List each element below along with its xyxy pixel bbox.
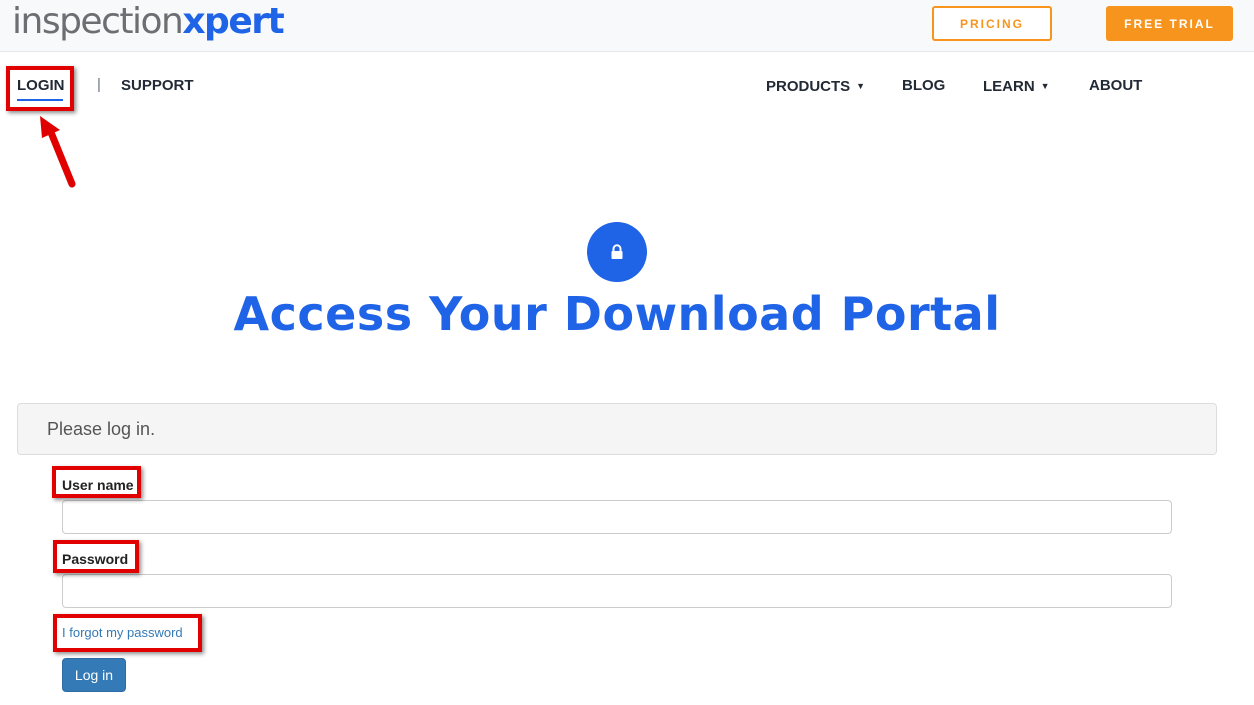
logo-text-inspection: inspection: [12, 1, 184, 42]
annotation-arrow-icon: [40, 116, 76, 188]
username-label: User name: [62, 477, 134, 493]
pricing-button[interactable]: PRICING: [932, 6, 1052, 41]
nav-login-active-underline: [17, 99, 63, 101]
chevron-down-icon: ▼: [856, 81, 866, 91]
nav-learn-menu[interactable]: LEARN ▼: [983, 77, 1050, 96]
nav-separator: |: [97, 76, 101, 93]
lock-icon: [611, 244, 623, 259]
nav-about-link[interactable]: ABOUT: [1089, 77, 1142, 95]
logo-text-xpert: xpert: [182, 1, 284, 42]
nav-blog-link[interactable]: BLOG: [902, 77, 945, 95]
password-input[interactable]: [62, 574, 1172, 608]
nav-products-label: PRODUCTS: [766, 78, 851, 95]
inspectionxpert-logo[interactable]: inspectionxpert: [12, 1, 285, 42]
lock-badge: [587, 222, 647, 282]
nav-learn-label: LEARN: [983, 78, 1035, 95]
nav-login-link[interactable]: LOGIN: [17, 77, 65, 95]
chevron-down-icon: ▼: [1040, 81, 1050, 91]
forgot-password-link[interactable]: I forgot my password: [62, 625, 183, 640]
page-title: Access Your Download Portal: [233, 287, 1001, 341]
nav-products-menu[interactable]: PRODUCTS ▼: [766, 77, 865, 96]
top-header: inspectionxpert PRICING FREE TRIAL: [0, 0, 1254, 52]
nav-support-link[interactable]: SUPPORT: [121, 77, 194, 95]
login-panel-heading: Please log in.: [17, 403, 1217, 455]
panel-heading-text: Please log in.: [47, 419, 156, 439]
username-input[interactable]: [62, 500, 1172, 534]
login-submit-button[interactable]: Log in: [62, 658, 126, 692]
password-label: Password: [62, 551, 129, 567]
free-trial-button[interactable]: FREE TRIAL: [1106, 6, 1233, 41]
